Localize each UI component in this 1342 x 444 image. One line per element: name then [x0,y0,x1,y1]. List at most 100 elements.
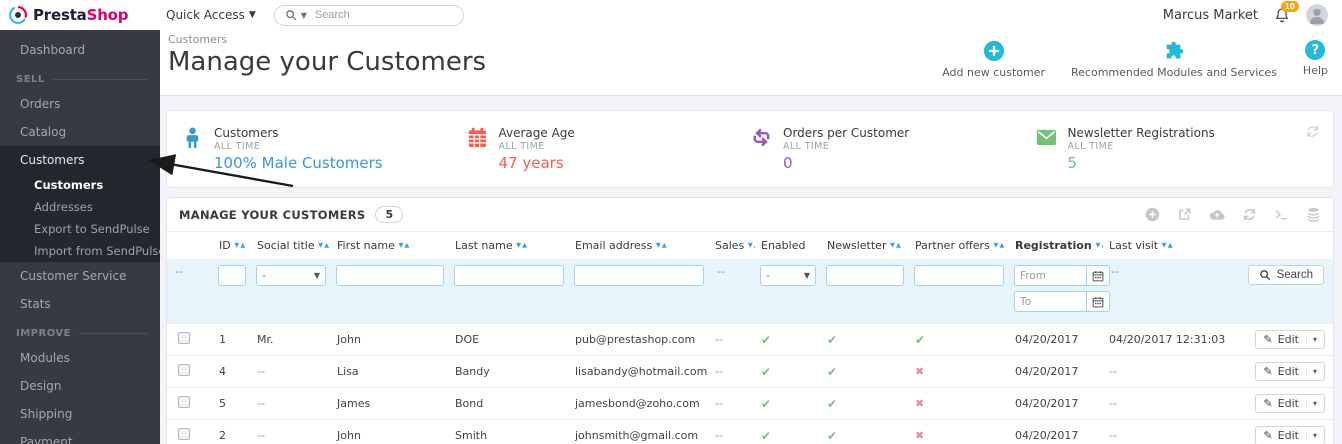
kpi-value[interactable]: 5 [1068,154,1215,172]
column-header-registration[interactable]: Registration ▼▲ [1009,232,1103,259]
column-header-last-name[interactable]: Last name ▼▲ [449,232,569,259]
sidebar-item-customer-service[interactable]: Customer Service [0,262,160,290]
notifications-bell[interactable]: 10 [1274,7,1290,23]
sidebar-item-import-from-sendpulse[interactable]: Import from SendPulse [0,240,160,262]
prestashop-logo[interactable]: PrestaShop [0,6,160,24]
filter-first-name-input[interactable] [336,265,444,286]
edit-button[interactable]: ✎Edit▾ [1255,362,1325,381]
sort-icons[interactable]: ▼▲ [318,239,330,252]
sidebar-item-orders[interactable]: Orders [0,90,160,118]
sort-icons[interactable]: ▼▲ [398,239,410,252]
sidebar-item-catalog[interactable]: Catalog [0,118,160,146]
caret-down-icon[interactable]: ▾ [1306,367,1317,376]
sidebar-item-stats[interactable]: Stats [0,290,160,318]
breadcrumb[interactable]: Customers [168,33,942,46]
cell-enabled[interactable]: ✔ [755,324,821,356]
filter-newsletter-input[interactable] [826,265,904,286]
edit-button[interactable]: ✎Edit▾ [1255,394,1325,413]
cell-enabled[interactable]: ✔ [755,388,821,420]
caret-down-icon[interactable]: ▾ [1306,399,1317,408]
row-checkbox[interactable] [178,332,190,344]
column-header-newsletter[interactable]: Newsletter ▼▲ [821,232,909,259]
quick-access-dropdown[interactable]: Quick Access ▼ [166,8,256,22]
cell-partner-offers[interactable]: ✖ [909,420,1009,444]
add-icon[interactable] [1145,207,1160,222]
caret-down-icon[interactable]: ▾ [1306,431,1317,440]
cell-enabled[interactable]: ✔ [755,356,821,388]
row-checkbox[interactable] [178,396,190,408]
recommended-modules-button[interactable]: Recommended Modules and Services [1071,40,1277,79]
edit-button[interactable]: ✎Edit▾ [1255,426,1325,444]
avatar[interactable] [1306,4,1328,26]
calendar-picker-button[interactable] [1086,265,1110,286]
prestashop-logo-icon [9,6,27,24]
column-header-email-address[interactable]: Email address ▼▲ [569,232,709,259]
sidebar-item-dashboard[interactable]: Dashboard [0,36,160,64]
refresh-icon[interactable] [1242,207,1257,222]
sort-icons[interactable]: ▼▲ [748,239,755,252]
sidebar-item-design[interactable]: Design [0,372,160,400]
cell-newsletter[interactable]: ✔ [821,388,909,420]
filter-last-name-input[interactable] [454,265,564,286]
global-search[interactable]: ▼ [274,5,464,26]
row-checkbox[interactable] [178,428,190,440]
kpi-value[interactable]: 100% Male Customers [214,154,383,172]
filter-partner-offers-input[interactable] [914,265,1004,286]
sort-icons[interactable]: ▼▲ [234,239,246,252]
sort-icons[interactable]: ▼▲ [993,239,1005,252]
console-icon[interactable] [1274,207,1289,222]
filter-social-title-select[interactable]: -▼ [256,265,326,286]
filter-to-input[interactable] [1014,291,1086,312]
export-icon[interactable] [1177,207,1192,222]
cell-enabled[interactable]: ✔ [755,420,821,444]
caret-down-icon[interactable]: ▾ [1306,335,1317,344]
sidebar-item-export-to-sendpulse[interactable]: Export to SendPulse [0,218,160,240]
sidebar-item-payment[interactable]: Payment [0,428,160,444]
filter-id-input[interactable] [218,265,246,286]
sort-icons[interactable]: ▼▲ [656,239,668,252]
column-header-id[interactable]: ID ▼▲ [213,232,251,259]
customer-row[interactable]: 1 Mr. John DOE pub@prestashop.com -- ✔ ✔… [167,324,1333,356]
column-header-first-name[interactable]: First name ▼▲ [331,232,449,259]
customer-row[interactable]: 2 -- John Smith johnsmith@gmail.com -- ✔… [167,420,1333,444]
sidebar-item-addresses[interactable]: Addresses [0,196,160,218]
grid-options-icon[interactable] [1306,207,1321,223]
sidebar-item-customers[interactable]: Customers [0,146,160,174]
sort-icons[interactable]: ▼▲ [890,239,902,252]
column-header-last-visit[interactable]: Last visit ▼▲ [1103,232,1231,259]
sidebar-item-modules[interactable]: Modules [0,344,160,372]
cell-partner-offers[interactable]: ✖ [909,356,1009,388]
filter-from-input[interactable] [1014,265,1086,286]
customer-row[interactable]: 5 -- James Bond jamesbond@zoho.com -- ✔ … [167,388,1333,420]
search-type-caret-icon[interactable]: ▼ [301,11,307,20]
import-icon[interactable] [1209,208,1225,221]
sidebar-item-shipping[interactable]: Shipping [0,400,160,428]
filter-enabled-select[interactable]: -▼ [760,265,816,286]
quick-access-label: Quick Access [166,8,245,22]
sort-icons[interactable]: ▼▲ [1162,239,1174,252]
cell-partner-offers[interactable]: ✖ [909,388,1009,420]
cell-partner-offers[interactable]: ✔ [909,324,1009,356]
cell-newsletter[interactable]: ✔ [821,356,909,388]
user-name[interactable]: Marcus Market [1163,8,1258,23]
column-header-social-title[interactable]: Social title ▼▲ [251,232,331,259]
cell-newsletter[interactable]: ✔ [821,324,909,356]
filter-email-address-input[interactable] [574,265,704,286]
column-header-sales[interactable]: Sales ▼▲ [709,232,755,259]
kpi-value[interactable]: 0 [783,154,909,172]
kpi-value[interactable]: 47 years [499,154,575,172]
column-header-partner-offers[interactable]: Partner offers ▼▲ [909,232,1009,259]
sort-icons[interactable]: ▼▲ [1095,239,1103,252]
add-new-customer-button[interactable]: Add new customer [942,40,1045,79]
row-checkbox[interactable] [178,364,190,376]
edit-button[interactable]: ✎Edit▾ [1255,330,1325,349]
customer-row[interactable]: 4 -- Lisa Bandy lisabandy@hotmail.com --… [167,356,1333,388]
help-button[interactable]: ?Help [1303,40,1328,77]
search-input[interactable] [315,9,453,21]
cell-newsletter[interactable]: ✔ [821,420,909,444]
sidebar-item-customers[interactable]: Customers [0,174,160,196]
sort-icons[interactable]: ▼▲ [516,239,528,252]
calendar-picker-button[interactable] [1086,291,1110,312]
search-button[interactable]: Search [1248,265,1324,285]
kpi-refresh-icon[interactable] [1305,124,1320,143]
